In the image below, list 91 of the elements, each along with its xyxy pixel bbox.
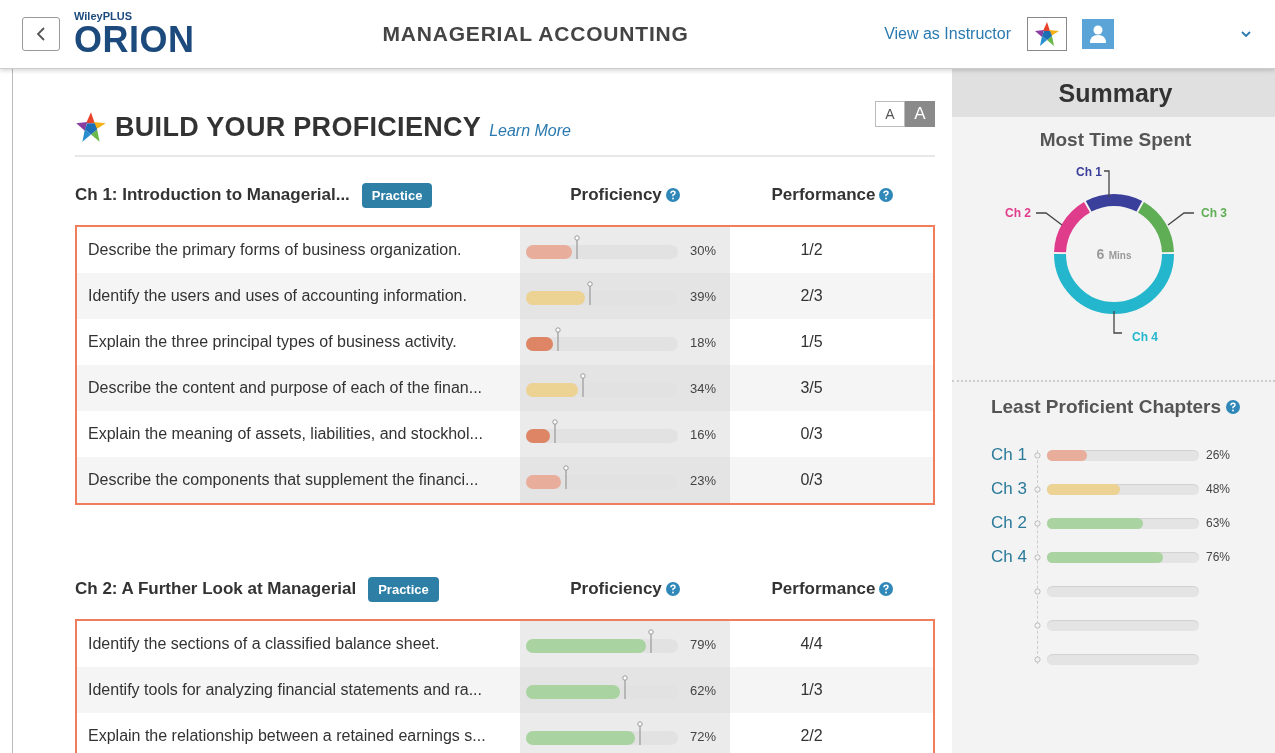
objective-text[interactable]: Identify tools for analyzing financial statements and ra... [88, 681, 482, 699]
objective-text[interactable]: Identify the users and uses of accounting information. [88, 287, 467, 305]
proficiency-percent: 26% [1206, 448, 1231, 462]
timeline-node-icon [1034, 621, 1041, 629]
objective-text[interactable]: Describe the primary forms of business organization. [88, 241, 462, 259]
target-pin-icon [637, 721, 644, 745]
section-title: Most Time Spent [1038, 129, 1193, 151]
proficiency-percent: 23% [689, 472, 716, 488]
text-size-toggle[interactable]: A [875, 101, 905, 127]
objective-text[interactable]: Identify the sections of a classified balance sheet. [88, 635, 440, 653]
target-pin-icon [555, 327, 562, 351]
performance-score: 3/5 [800, 379, 823, 397]
performance-score: 1/3 [800, 681, 823, 699]
proficiency-percent: 63% [1206, 516, 1231, 530]
objective-text[interactable]: Describe the components that supplement the financi... [88, 471, 479, 489]
back-button[interactable] [22, 17, 60, 51]
chapter-title: Ch 1: Introduction to Managerial... [75, 185, 350, 205]
segment-label: Ch 2 [1005, 206, 1031, 220]
objective-text[interactable]: Describe the content and purpose of each of the finan... [88, 379, 483, 397]
column-header: Proficiency [570, 579, 662, 599]
chapter-label[interactable]: Ch 3 [991, 479, 1027, 498]
chevron-left-icon [36, 26, 46, 42]
proficiency-percent: 72% [689, 728, 716, 744]
help-icon[interactable] [879, 188, 894, 202]
timeline-node-icon [1034, 485, 1041, 493]
proficiency-percent: 76% [1206, 550, 1231, 564]
chapter-label[interactable]: Ch 1 [991, 445, 1027, 464]
leader-line [1113, 310, 1123, 334]
total-time: 6 Mins [1096, 246, 1132, 262]
target-pin-icon [579, 373, 586, 397]
learn-more-link[interactable]: Learn More [489, 122, 571, 140]
chevron-down-icon[interactable] [1241, 30, 1251, 38]
proficiency-percent: 30% [689, 242, 716, 258]
proficiency-percent: 34% [689, 380, 716, 396]
objective-text[interactable]: Explain the three principal types of business activity. [88, 333, 457, 351]
chapter-label[interactable]: Ch 2 [991, 513, 1027, 532]
user-avatar-button[interactable] [1082, 19, 1114, 49]
performance-score: 0/3 [800, 425, 823, 443]
objective-text[interactable]: Explain the relationship between a retained earnings s... [88, 727, 486, 745]
proficiency-percent: 79% [689, 636, 716, 652]
brand-subtitle: WileyPLUS [74, 10, 133, 22]
brand-logo: ORION [74, 21, 195, 58]
performance-score: 2/2 [800, 727, 823, 745]
leader-line [1167, 212, 1195, 226]
help-icon[interactable] [879, 582, 894, 596]
chapter-label[interactable]: Ch 4 [991, 547, 1027, 566]
help-icon[interactable] [665, 188, 680, 202]
proficiency-button[interactable] [1027, 17, 1067, 51]
timeline-node-icon [1034, 587, 1041, 595]
performance-score: 2/3 [800, 287, 823, 305]
segment-label: Ch 3 [1201, 206, 1227, 220]
proficiency-percent: 39% [689, 288, 716, 304]
page-title: BUILD YOUR PROFICIENCY [115, 111, 482, 143]
target-pin-icon [573, 235, 580, 259]
proficiency-percent: 18% [689, 334, 716, 350]
performance-score: 0/3 [800, 471, 823, 489]
target-pin-icon [552, 419, 559, 443]
summary-header: Summary [952, 69, 1275, 117]
timeline-node-icon [1034, 451, 1041, 459]
target-pin-icon [622, 675, 629, 699]
column-header: Performance [771, 579, 876, 599]
target-pin-icon [562, 465, 569, 489]
help-icon[interactable] [1226, 400, 1241, 414]
course-title: MANAGERIAL ACCOUNTING [382, 22, 689, 46]
target-pin-icon [587, 281, 594, 305]
chapter-title: Ch 2: A Further Look at Managerial [75, 579, 357, 599]
view-as-instructor-link[interactable]: View as Instructor [884, 25, 1011, 43]
star-icon [1034, 21, 1060, 47]
performance-score: 4/4 [800, 635, 823, 653]
timeline-node-icon [1034, 655, 1041, 663]
leader-line [1035, 212, 1063, 226]
user-icon [1089, 24, 1107, 44]
objective-text[interactable]: Explain the meaning of assets, liabilities, and stockhol... [88, 425, 483, 443]
help-icon[interactable] [665, 582, 680, 596]
practice-button[interactable]: Practice [368, 576, 439, 602]
timeline-node-icon [1034, 519, 1041, 527]
performance-score: 1/5 [800, 333, 823, 351]
target-pin-icon [648, 629, 655, 653]
section-title: Least Proficient Chapters [990, 396, 1222, 418]
proficiency-percent: 48% [1206, 482, 1231, 496]
practice-button[interactable]: Practice [361, 182, 433, 208]
segment-label: Ch 1 [1076, 165, 1102, 179]
proficiency-percent: 16% [689, 426, 716, 442]
star-icon [75, 111, 107, 143]
performance-score: 1/2 [800, 241, 823, 259]
leader-line [1103, 170, 1110, 198]
column-header: Proficiency [570, 185, 662, 205]
segment-label: Ch 4 [1132, 330, 1158, 344]
proficiency-percent: 62% [689, 682, 716, 698]
timeline-node-icon [1034, 553, 1041, 561]
column-header: Performance [771, 185, 876, 205]
